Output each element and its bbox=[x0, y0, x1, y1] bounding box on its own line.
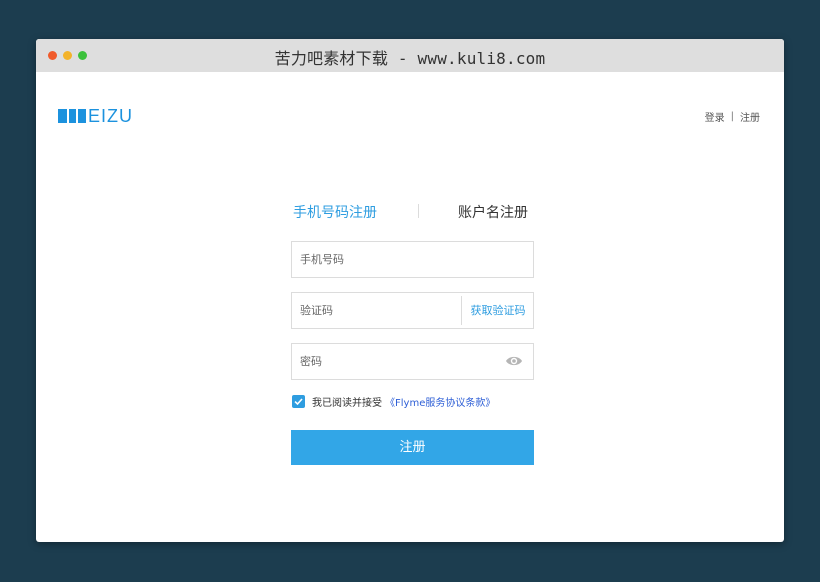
window-title: 苦力吧素材下载 - www.kuli8.com bbox=[274, 49, 546, 68]
code-field: 获取验证码 bbox=[291, 292, 534, 329]
login-link[interactable]: 登录 bbox=[705, 109, 725, 124]
eye-icon[interactable] bbox=[505, 354, 523, 368]
logo-m-mark bbox=[58, 109, 86, 123]
register-tabs: 手机号码注册 账户名注册 bbox=[293, 202, 533, 222]
register-button[interactable]: 注册 bbox=[291, 430, 534, 465]
register-link[interactable]: 注册 bbox=[740, 109, 760, 124]
browser-window: 苦力吧素材下载 - www.kuli8.com EIZU 登录 | 注册 手机号… bbox=[36, 39, 784, 542]
agree-checkbox[interactable] bbox=[292, 394, 305, 408]
password-field bbox=[291, 343, 534, 380]
get-code-button[interactable]: 获取验证码 bbox=[462, 293, 534, 328]
agreement-row: 我已阅读并接受 《Flyme服务协议条款》 bbox=[292, 394, 495, 409]
code-input[interactable] bbox=[292, 293, 462, 328]
password-input[interactable] bbox=[292, 344, 533, 379]
phone-field bbox=[291, 241, 534, 278]
header-links: 登录 | 注册 bbox=[705, 109, 760, 124]
check-icon bbox=[294, 397, 303, 405]
title-bar: 苦力吧素材下载 - www.kuli8.com bbox=[36, 39, 784, 72]
tab-divider bbox=[418, 204, 419, 218]
tab-account-register[interactable]: 账户名注册 bbox=[458, 202, 528, 222]
meizu-logo[interactable]: EIZU bbox=[58, 106, 134, 126]
link-separator: | bbox=[730, 111, 734, 122]
logo-text: EIZU bbox=[88, 106, 134, 126]
tab-phone-register[interactable]: 手机号码注册 bbox=[293, 202, 377, 222]
phone-input[interactable] bbox=[292, 242, 533, 277]
terms-link[interactable]: 《Flyme服务协议条款》 bbox=[385, 394, 495, 409]
agree-text: 我已阅读并接受 bbox=[312, 397, 382, 409]
